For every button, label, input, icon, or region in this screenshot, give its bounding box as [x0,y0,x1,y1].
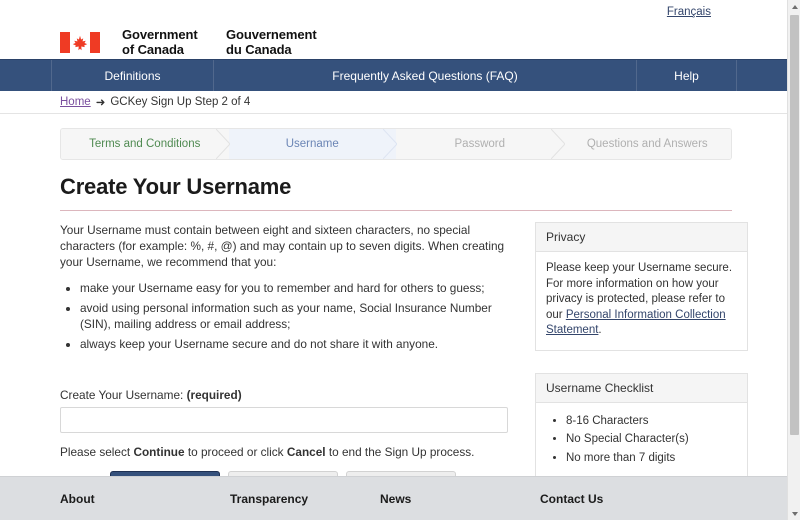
wordmark-en-line2: of Canada [122,41,184,57]
step-questions-and-answers[interactable]: Questions and Answers [563,129,731,159]
note-cancel-emphasis: Cancel [286,445,326,459]
footer-link-transparency[interactable]: Transparency [230,492,380,506]
step-terms-and-conditions[interactable]: Terms and Conditions [61,129,230,159]
content-columns: Your Username must contain between eight… [60,222,748,503]
chevron-right-icon [550,129,565,159]
note-continue-emphasis: Continue [133,445,185,459]
list-item: No more than 7 digits [566,451,737,467]
wordmark: Government of Canada Gouvernement du Can… [122,27,317,57]
nav-spacer-left [0,60,52,91]
checklist-list: 8-16 Characters No Special Character(s) … [546,414,737,467]
breadcrumb-home-link[interactable]: Home [60,96,91,108]
page-content: Français Government of Canada Gouverneme… [0,0,787,520]
list-item: avoid using personal information such as… [80,300,505,332]
step-label: Terms and Conditions [89,138,201,150]
title-divider [60,210,732,211]
intro-paragraph: Your Username must contain between eight… [60,223,505,269]
chevron-right-icon [215,129,230,159]
nav-item-faq[interactable]: Frequently Asked Questions (FAQ) [214,60,637,91]
recommendation-list: make your Username easy for you to remem… [60,280,505,352]
main-content: Create Your Username Your Username must … [0,160,787,520]
wordmark-english: Government of Canada [122,27,222,57]
chevron-right-icon [383,129,397,159]
wordmark-en-line1: Government [122,27,198,42]
list-item: No Special Character(s) [566,432,737,448]
wordmark-fr-line2: du Canada [226,41,292,57]
page-footer: About Transparency News Contact Us [0,476,787,520]
breadcrumb-arrow-icon: ➜ [95,97,106,109]
privacy-panel: Privacy Please keep your Username secure… [535,222,748,351]
privacy-panel-heading: Privacy [536,223,747,252]
form-instruction-note: Please select Continue to proceed or cli… [60,445,505,459]
scroll-up-arrow-icon[interactable] [788,0,800,13]
step-label: Password [454,138,506,150]
scroll-down-arrow-icon[interactable] [788,507,800,520]
breadcrumb: Home ➜ GCKey Sign Up Step 2 of 4 [0,91,787,114]
canada-flag-icon [60,32,100,53]
step-progress-bar: Terms and Conditions Username Password Q… [60,128,732,160]
flag-band-right [90,32,100,53]
main-navigation: Definitions Frequently Asked Questions (… [0,59,787,91]
nav-item-help[interactable]: Help [637,60,737,91]
step-progress-wrapper: Terms and Conditions Username Password Q… [0,114,787,160]
username-field-label: Create Your Username: (required) [60,388,505,402]
checklist-panel-body: 8-16 Characters No Special Character(s) … [536,403,747,481]
language-bar: Français [0,0,787,26]
page-title: Create Your Username [60,174,292,199]
privacy-text-after-link: . [598,324,602,336]
footer-link-contact-us[interactable]: Contact Us [540,492,603,506]
browser-viewport: Français Government of Canada Gouverneme… [0,0,800,520]
note-part-2: to proceed or click [184,445,287,459]
list-item: always keep your Username secure and do … [80,336,505,352]
footer-link-news[interactable]: News [380,492,540,506]
nav-spacer-right [737,60,787,91]
vertical-scrollbar[interactable] [787,0,800,520]
breadcrumb-current: GCKey Sign Up Step 2 of 4 [110,96,251,108]
step-username[interactable]: Username [228,129,397,159]
wordmark-fr-line1: Gouvernement [226,27,317,42]
step-label: Username [285,138,339,150]
username-checklist-panel: Username Checklist 8-16 Characters No Sp… [535,372,748,481]
nav-item-definitions[interactable]: Definitions [52,60,214,91]
note-part-1: Please select [60,445,134,459]
step-label: Questions and Answers [586,138,708,150]
username-input[interactable] [60,407,508,433]
flag-band-left [60,32,70,53]
right-column: Privacy Please keep your Username secure… [535,222,748,503]
list-item: make your Username easy for you to remem… [80,280,505,296]
privacy-statement-link[interactable]: Personal Information Collection Statemen… [546,309,726,337]
left-column: Your Username must contain between eight… [60,222,508,492]
wordmark-french: Gouvernement du Canada [226,27,317,57]
username-label-text: Create Your Username: [60,388,187,402]
footer-link-about[interactable]: About [60,492,230,506]
checklist-panel-heading: Username Checklist [536,373,747,403]
footer-links: About Transparency News Contact Us [0,477,787,520]
list-item: 8-16 Characters [566,414,737,430]
step-password[interactable]: Password [396,129,565,159]
maple-leaf-icon [72,35,88,50]
username-required-marker: (required) [186,388,242,402]
privacy-panel-body: Please keep your Username secure. For mo… [536,252,747,350]
note-part-3: to end the Sign Up process. [325,445,475,459]
brand-header: Government of Canada Gouvernement du Can… [0,26,787,59]
scrollbar-thumb[interactable] [790,15,799,435]
language-toggle-link[interactable]: Français [667,6,711,18]
